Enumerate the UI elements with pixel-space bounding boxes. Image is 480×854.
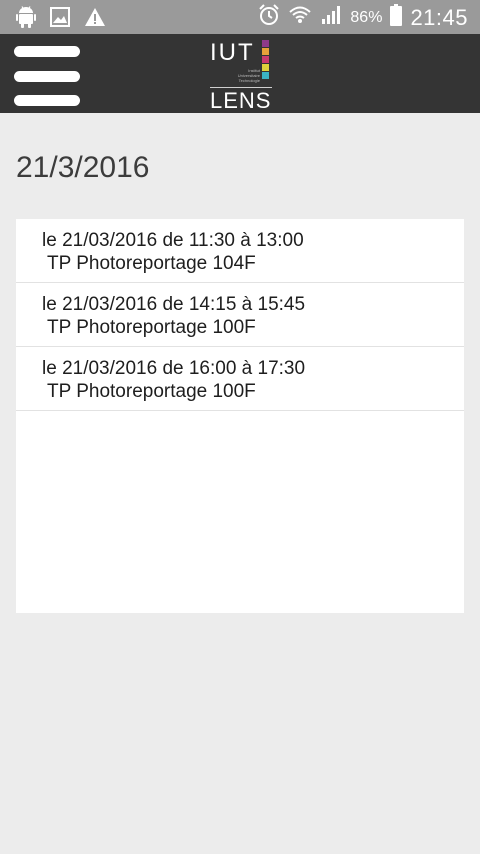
event-time: le 21/03/2016 de 16:00 à 17:30 bbox=[42, 358, 306, 379]
event-title: TP Photoreportage 100F bbox=[47, 317, 256, 338]
logo-subtitle: Institut Universitaire Technologie bbox=[237, 68, 260, 83]
events-list: le 21/03/2016 de 11:30 à 13:00 TP Photor… bbox=[16, 219, 464, 613]
app-bar: IUT Institut Universitaire Technologie L… bbox=[0, 34, 480, 113]
event-item[interactable]: le 21/03/2016 de 16:00 à 17:30 TP Photor… bbox=[16, 347, 464, 411]
clock: 21:45 bbox=[410, 4, 468, 30]
notification-icons bbox=[16, 6, 106, 33]
image-icon bbox=[50, 7, 70, 32]
event-title: TP Photoreportage 104F bbox=[47, 253, 256, 274]
menu-button[interactable] bbox=[14, 42, 82, 106]
page-date: 21/3/2016 bbox=[16, 151, 150, 184]
iut-lens-logo: IUT Institut Universitaire Technologie L… bbox=[206, 34, 276, 113]
event-title: TP Photoreportage 100F bbox=[47, 381, 256, 402]
battery-icon bbox=[390, 4, 403, 31]
signal-icon bbox=[320, 5, 342, 30]
logo-bottom-text: LENS bbox=[210, 88, 272, 113]
warning-icon bbox=[84, 7, 106, 32]
logo-top-text: IUT bbox=[210, 39, 255, 66]
event-time: le 21/03/2016 de 11:30 à 13:00 bbox=[42, 230, 304, 251]
system-icons: 86% 21:45 bbox=[258, 4, 468, 31]
event-time: le 21/03/2016 de 14:15 à 15:45 bbox=[42, 294, 306, 315]
event-item[interactable]: le 21/03/2016 de 11:30 à 13:00 TP Photor… bbox=[16, 219, 464, 283]
wifi-icon bbox=[288, 4, 312, 31]
event-item[interactable]: le 21/03/2016 de 14:15 à 15:45 TP Photor… bbox=[16, 283, 464, 347]
android-icon bbox=[16, 6, 36, 33]
logo-color-squares bbox=[262, 40, 270, 80]
alarm-icon bbox=[258, 4, 280, 31]
battery-percent: 86% bbox=[350, 8, 383, 26]
status-bar: 86% 21:45 bbox=[0, 0, 480, 34]
